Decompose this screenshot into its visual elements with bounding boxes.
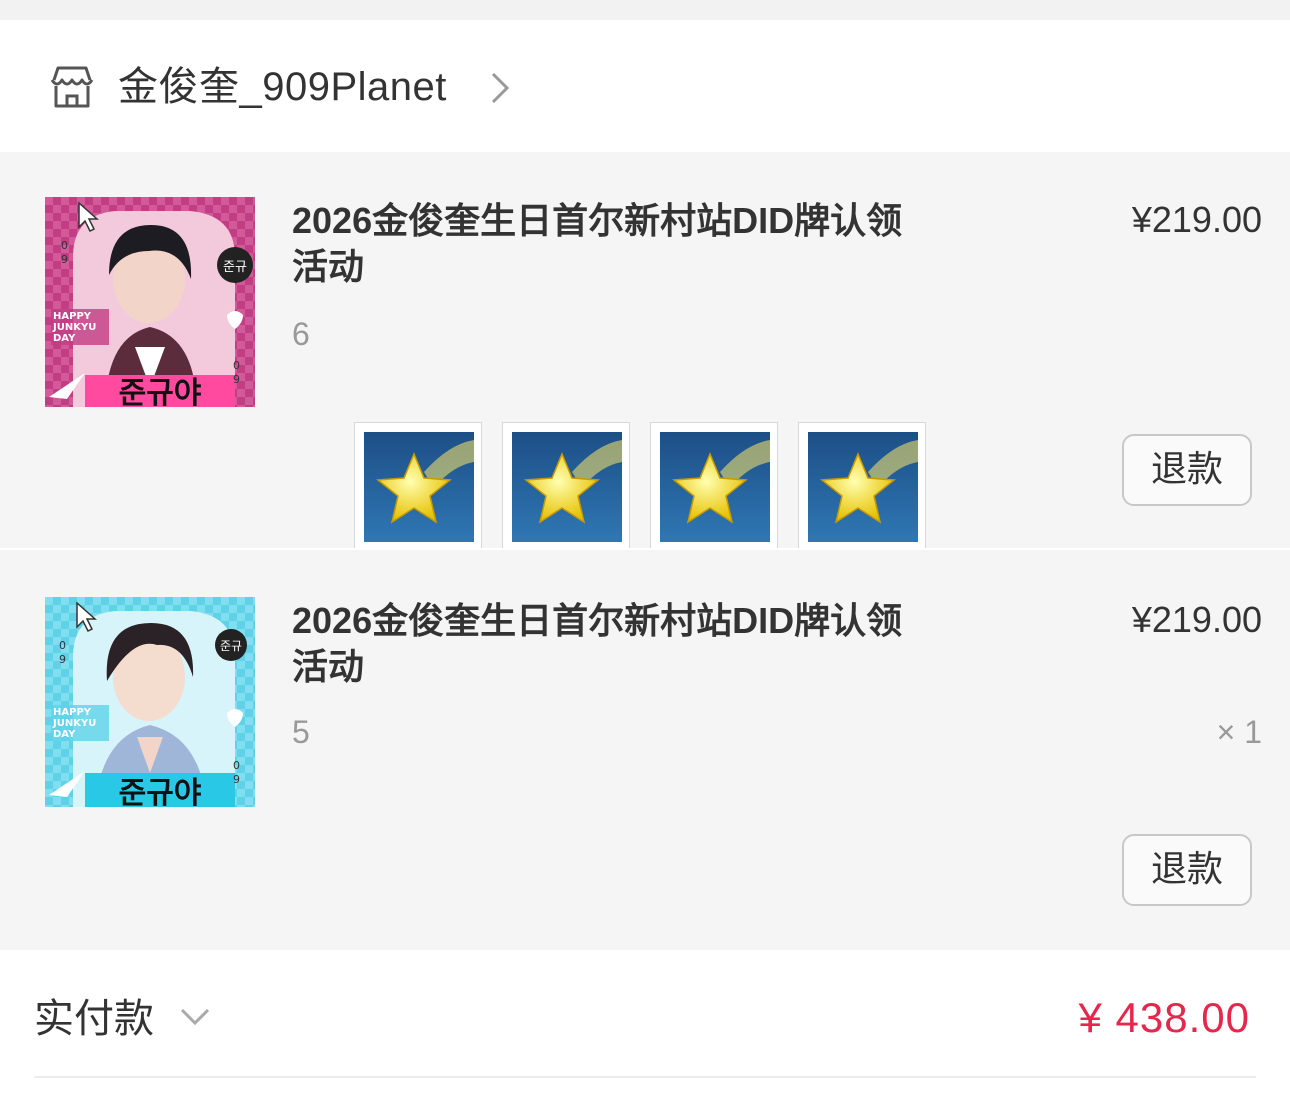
product-variant: 5 xyxy=(292,714,310,750)
thumb-text: HAPPY xyxy=(53,311,92,322)
order-item[interactable]: 준규 HAPPY JUNKYU DAY 준규야 0 9 0 9 2026金俊奎生… xyxy=(0,550,1290,950)
thumb-text: DAY xyxy=(53,333,76,344)
svg-text:준규: 준규 xyxy=(220,639,242,653)
svg-text:준규야: 준규야 xyxy=(119,776,202,807)
shooting-star-icon xyxy=(354,422,482,550)
product-price: ¥219.00 xyxy=(1131,599,1262,640)
top-spacer xyxy=(0,0,1290,20)
shop-icon xyxy=(48,64,96,110)
svg-text:9: 9 xyxy=(233,373,240,386)
product-title[interactable]: 2026金俊奎生日首尔新村站DID牌认领活动 xyxy=(292,198,912,290)
paid-amount-label[interactable]: 实付款 xyxy=(34,994,154,1044)
product-price: ¥219.00 xyxy=(1131,199,1262,240)
shooting-star-icon xyxy=(650,422,778,550)
svg-text:준규: 준규 xyxy=(223,260,247,275)
svg-text:0: 0 xyxy=(59,639,66,652)
shooting-star-icon xyxy=(798,422,926,550)
thumb-text: HAPPY xyxy=(53,707,92,718)
refund-button[interactable]: 退款 xyxy=(1122,434,1252,506)
svg-text:9: 9 xyxy=(59,653,66,666)
svg-text:0: 0 xyxy=(233,359,240,372)
shop-name[interactable]: 金俊奎_909Planet xyxy=(118,62,447,112)
thumb-text: JUNKYU xyxy=(52,718,96,729)
order-item[interactable]: 준규 HAPPY JUNKYU DAY 준규야 0 9 0 9 2026金俊奎生… xyxy=(0,152,1290,550)
product-quantity: × 1 xyxy=(1216,714,1262,750)
svg-text:0: 0 xyxy=(61,239,68,252)
thumb-text: JUNKYU xyxy=(52,322,96,333)
product-title[interactable]: 2026金俊奎生日首尔新村站DID牌认领活动 xyxy=(292,598,912,690)
chevron-right-icon[interactable] xyxy=(488,70,512,106)
svg-text:9: 9 xyxy=(61,253,68,266)
svg-text:0: 0 xyxy=(233,759,240,772)
chevron-down-icon[interactable] xyxy=(178,1004,212,1030)
shooting-star-icon xyxy=(502,422,630,550)
product-thumbnail[interactable]: 준규 HAPPY JUNKYU DAY 준규야 0 9 0 9 xyxy=(45,197,255,407)
product-variant: 6 xyxy=(292,316,310,352)
refund-button[interactable]: 退款 xyxy=(1122,834,1252,906)
svg-text:9: 9 xyxy=(233,773,240,786)
thumb-text: DAY xyxy=(53,729,76,740)
product-thumbnail[interactable]: 준규 HAPPY JUNKYU DAY 준규야 0 9 0 9 xyxy=(45,597,255,807)
svg-text:준규야: 준규야 xyxy=(119,376,202,407)
paid-amount-value: ¥ 438.00 xyxy=(1078,994,1250,1041)
shop-header[interactable]: 金俊奎_909Planet xyxy=(0,20,1290,152)
payment-summary: 实付款 ¥ 438.00 xyxy=(0,950,1290,1098)
divider xyxy=(34,1076,1256,1078)
